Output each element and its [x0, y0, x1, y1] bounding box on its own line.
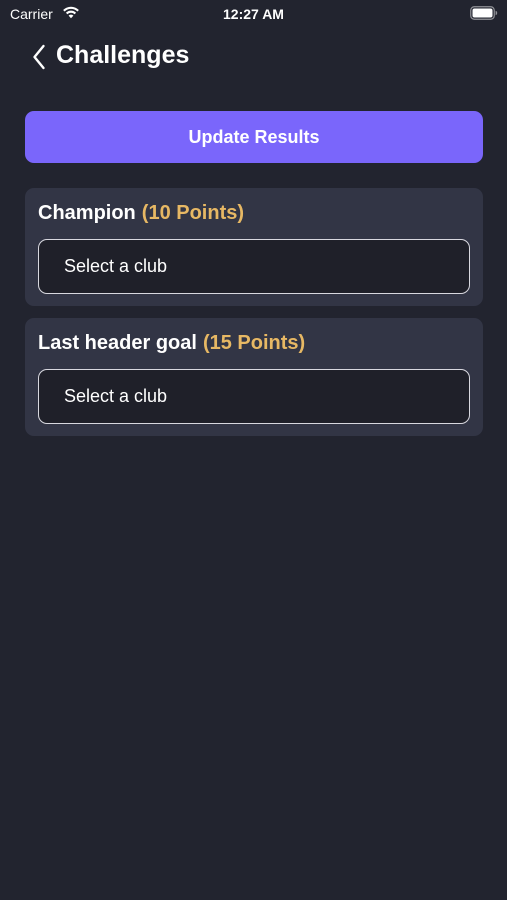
challenge-name: Last header goal	[38, 332, 197, 354]
challenge-points: (10 Points)	[141, 202, 245, 224]
nav-header: Challenges	[0, 38, 507, 78]
club-select-champion[interactable]: Select a club	[38, 239, 470, 294]
challenge-card-last-header-goal: Last header goal (15 Points) Select a clu…	[25, 318, 483, 436]
club-select-placeholder: Select a club	[64, 386, 168, 406]
challenge-card-champion: Champion (10 Points) Select a club	[25, 188, 483, 306]
status-time: 12:27 AM	[223, 6, 284, 22]
battery-icon	[470, 6, 498, 20]
status-bar: Carrier 12:27 AM	[0, 0, 507, 30]
challenge-points: (15 Points)	[202, 332, 306, 354]
challenge-title: Champion (10 Points)	[38, 202, 244, 225]
chevron-left-icon	[33, 44, 45, 70]
club-select-last-header-goal[interactable]: Select a club	[38, 369, 470, 424]
challenge-name: Champion	[38, 202, 136, 224]
page-title: Challenges	[56, 41, 190, 69]
club-select-placeholder: Select a club	[64, 256, 168, 276]
back-button[interactable]	[28, 42, 50, 72]
update-results-button[interactable]: Update Results	[25, 111, 483, 163]
challenge-title: Last header goal (15 Points)	[38, 332, 305, 355]
